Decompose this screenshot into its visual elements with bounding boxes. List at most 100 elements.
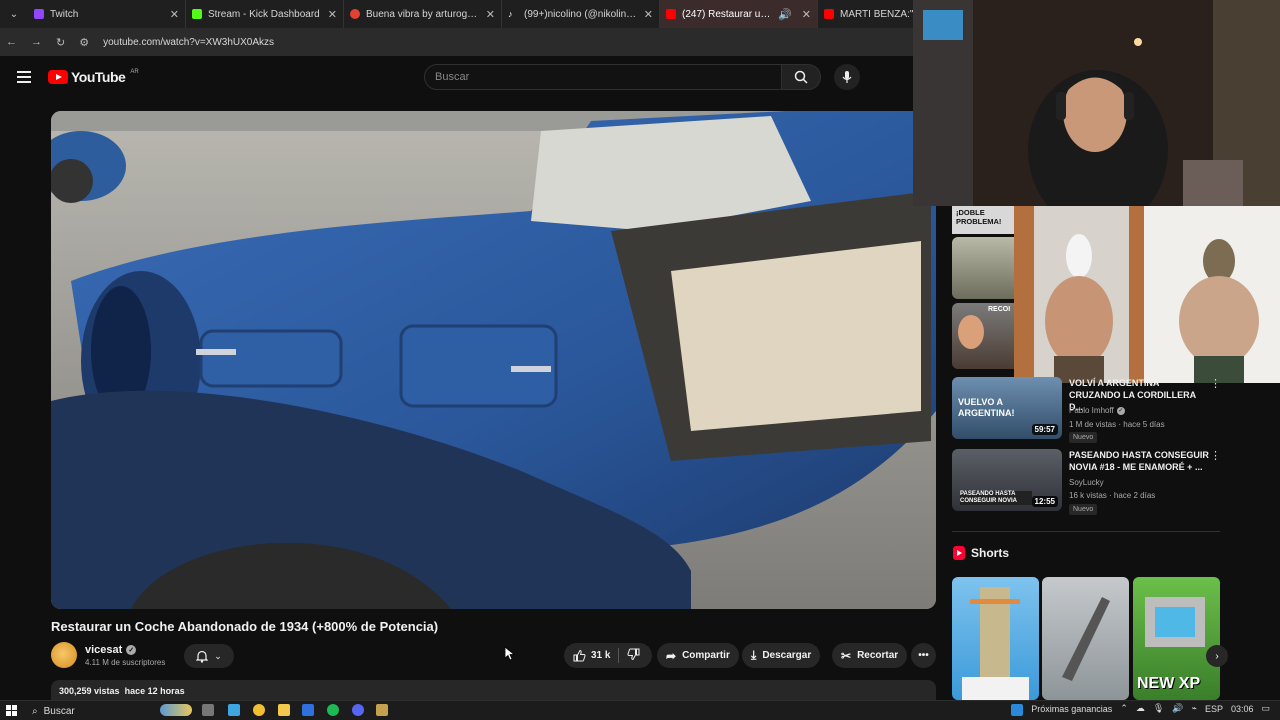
url-field[interactable]: youtube.com/watch?v=XW3hUX0Akzs — [103, 37, 274, 48]
mouse-cursor — [505, 647, 515, 661]
tab-label: Stream - Kick Dashboard — [208, 8, 320, 20]
verified-icon: ✓ — [126, 645, 137, 655]
chrome-icon[interactable] — [253, 704, 265, 716]
store-icon[interactable] — [302, 704, 314, 716]
rec-meta: 16 k vistas · hace 2 días — [1069, 491, 1156, 500]
rec-channel[interactable]: Pablo Imhoff — [1069, 406, 1114, 415]
microphone-icon — [842, 71, 852, 83]
recommendation-item[interactable]: PASEANDO HASTA CONSEGUIR NOVIA 12:55 PAS… — [952, 449, 1222, 515]
app-icon[interactable] — [376, 704, 388, 716]
spotify-icon[interactable] — [327, 704, 339, 716]
youtube-icon — [666, 9, 676, 19]
search-button[interactable] — [781, 64, 821, 90]
microphone-icon[interactable]: 🎙 — [1153, 703, 1164, 714]
youtube-play-icon — [48, 70, 68, 84]
back-icon[interactable]: ← — [6, 36, 17, 48]
tab-kick[interactable]: Stream - Kick Dashboard ✕ — [186, 0, 344, 28]
overlay-image-masks — [1014, 206, 1280, 383]
search-icon — [794, 70, 808, 84]
menu-icon[interactable] — [17, 71, 31, 86]
shorts-title: Shorts — [971, 546, 1010, 560]
video-player[interactable] — [51, 111, 936, 609]
close-tab-icon[interactable]: ✕ — [486, 8, 495, 21]
thumbs-down-icon — [627, 648, 640, 660]
search-icon: ⌕ — [32, 705, 38, 717]
more-vertical-icon[interactable]: ⋮ — [1210, 377, 1221, 390]
windows-start-icon[interactable] — [6, 705, 17, 719]
volume-icon[interactable]: 🔊 — [1172, 703, 1183, 714]
share-button[interactable]: ➦ Compartir — [657, 643, 739, 668]
site-icon — [350, 9, 360, 19]
shorts-header: Shorts — [953, 546, 1009, 560]
news-widget-icon[interactable] — [160, 704, 192, 716]
tab-search-button[interactable]: ⌄ — [0, 0, 28, 28]
rec-thumbnail[interactable]: VUELVO A ARGENTINA! 59:57 — [952, 377, 1062, 439]
windows-taskbar: ⌕ Buscar Próximas ganancias ⌃ ☁ 🎙 🔊 ⌁ ES… — [0, 700, 1280, 720]
weather-icon[interactable] — [1011, 704, 1024, 716]
site-info-icon[interactable]: ⚙ — [79, 36, 89, 49]
thumb-text: VUELVO A ARGENTINA! — [958, 397, 1015, 418]
short-item[interactable] — [1042, 577, 1129, 700]
task-view-icon[interactable] — [202, 704, 214, 716]
system-tray: Próximas ganancias ⌃ ☁ 🎙 🔊 ⌁ ESP 03:06 ▭ — [1011, 703, 1270, 716]
webcam-overlay — [913, 0, 1280, 206]
tab-label: (99+)nicolino (@nikolinoo) | Ti — [524, 8, 638, 20]
channel-name[interactable]: vicesat — [85, 644, 122, 656]
copilot-icon[interactable] — [228, 704, 240, 716]
youtube-logo[interactable]: YouTube AR — [48, 69, 139, 85]
verified-icon: ✓ — [1116, 406, 1125, 415]
like-button[interactable]: 31 k — [573, 649, 610, 662]
audio-playing-icon[interactable]: 🔊 — [778, 8, 792, 21]
tab-buena-vibra[interactable]: Buena vibra by arturogaeldelec ✕ — [344, 0, 502, 28]
discord-icon[interactable] — [352, 704, 364, 716]
reload-icon[interactable]: ↻ — [56, 36, 65, 49]
rec-thumb-partial[interactable]: ¡DOBLE PROBLEMA! — [952, 206, 1014, 234]
clip-button[interactable]: ✂ Recortar — [832, 643, 908, 668]
short-overlay-text: NEW XP — [1137, 675, 1201, 692]
recommendation-item[interactable]: VUELVO A ARGENTINA! 59:57 VOLVÍ A ARGENT… — [952, 377, 1222, 443]
weather-label[interactable]: Próximas ganancias — [1031, 704, 1112, 714]
voice-search-button[interactable] — [834, 64, 860, 90]
rec-channel[interactable]: SoyLucky — [1069, 478, 1104, 487]
download-button[interactable]: ⤓ Descargar — [742, 643, 821, 668]
rec-thumb-motorbike[interactable] — [952, 237, 1014, 299]
network-icon[interactable]: ⌁ — [1192, 703, 1197, 714]
clock[interactable]: 03:06 — [1231, 704, 1254, 714]
upload-age: hace 12 horas — [124, 686, 185, 696]
close-tab-icon[interactable]: ✕ — [328, 8, 337, 21]
more-actions-button[interactable]: ••• — [911, 643, 936, 668]
close-tab-icon[interactable]: ✕ — [644, 8, 653, 21]
divider — [952, 531, 1220, 532]
new-badge: Nuevo — [1069, 504, 1098, 515]
file-explorer-icon[interactable] — [278, 704, 290, 716]
language-indicator[interactable]: ESP — [1205, 704, 1223, 714]
notifications-icon[interactable]: ▭ — [1261, 703, 1270, 714]
rec-thumbnail[interactable]: PASEANDO HASTA CONSEGUIR NOVIA 12:55 — [952, 449, 1062, 511]
short-item[interactable] — [952, 577, 1039, 700]
channel-avatar[interactable] — [51, 642, 77, 668]
thumb-text: RECOI — [988, 306, 1011, 313]
short-item[interactable]: NEW XP — [1133, 577, 1220, 700]
forward-icon[interactable]: → — [31, 36, 42, 48]
rec-title[interactable]: PASEANDO HASTA CONSEGUIR NOVIA #18 - ME … — [1069, 449, 1209, 473]
search-input[interactable]: Buscar — [424, 64, 782, 90]
notification-button[interactable]: ⌄ — [184, 644, 234, 668]
download-label: Descargar — [762, 650, 812, 661]
chevron-up-icon[interactable]: ⌃ — [1120, 703, 1128, 714]
tab-label: Buena vibra by arturogaeldelec — [366, 8, 480, 20]
tab-youtube-active[interactable]: (247) Restaurar un Coche A 🔊 ✕ — [660, 0, 818, 28]
close-tab-icon[interactable]: ✕ — [170, 8, 179, 21]
thumb-text: ¡DOBLE PROBLEMA! — [956, 208, 1002, 226]
close-tab-icon[interactable]: ✕ — [802, 8, 811, 21]
rec-channel-row: SoyLucky — [1069, 478, 1104, 487]
channel-name-row[interactable]: vicesat ✓ — [85, 644, 137, 656]
more-vertical-icon[interactable]: ⋮ — [1210, 449, 1221, 462]
thumbs-up-icon — [573, 649, 586, 662]
video-duration: 12:55 — [1031, 496, 1058, 507]
dislike-button[interactable] — [627, 648, 640, 664]
rec-thumb-recoil[interactable]: RECOI — [952, 303, 1014, 369]
tab-twitch[interactable]: Twitch ✕ — [28, 0, 186, 28]
cloud-icon[interactable]: ☁ — [1136, 703, 1145, 714]
tab-tiktok[interactable]: ♪ (99+)nicolino (@nikolinoo) | Ti ✕ — [502, 0, 660, 28]
shorts-next-button[interactable]: › — [1206, 645, 1228, 667]
